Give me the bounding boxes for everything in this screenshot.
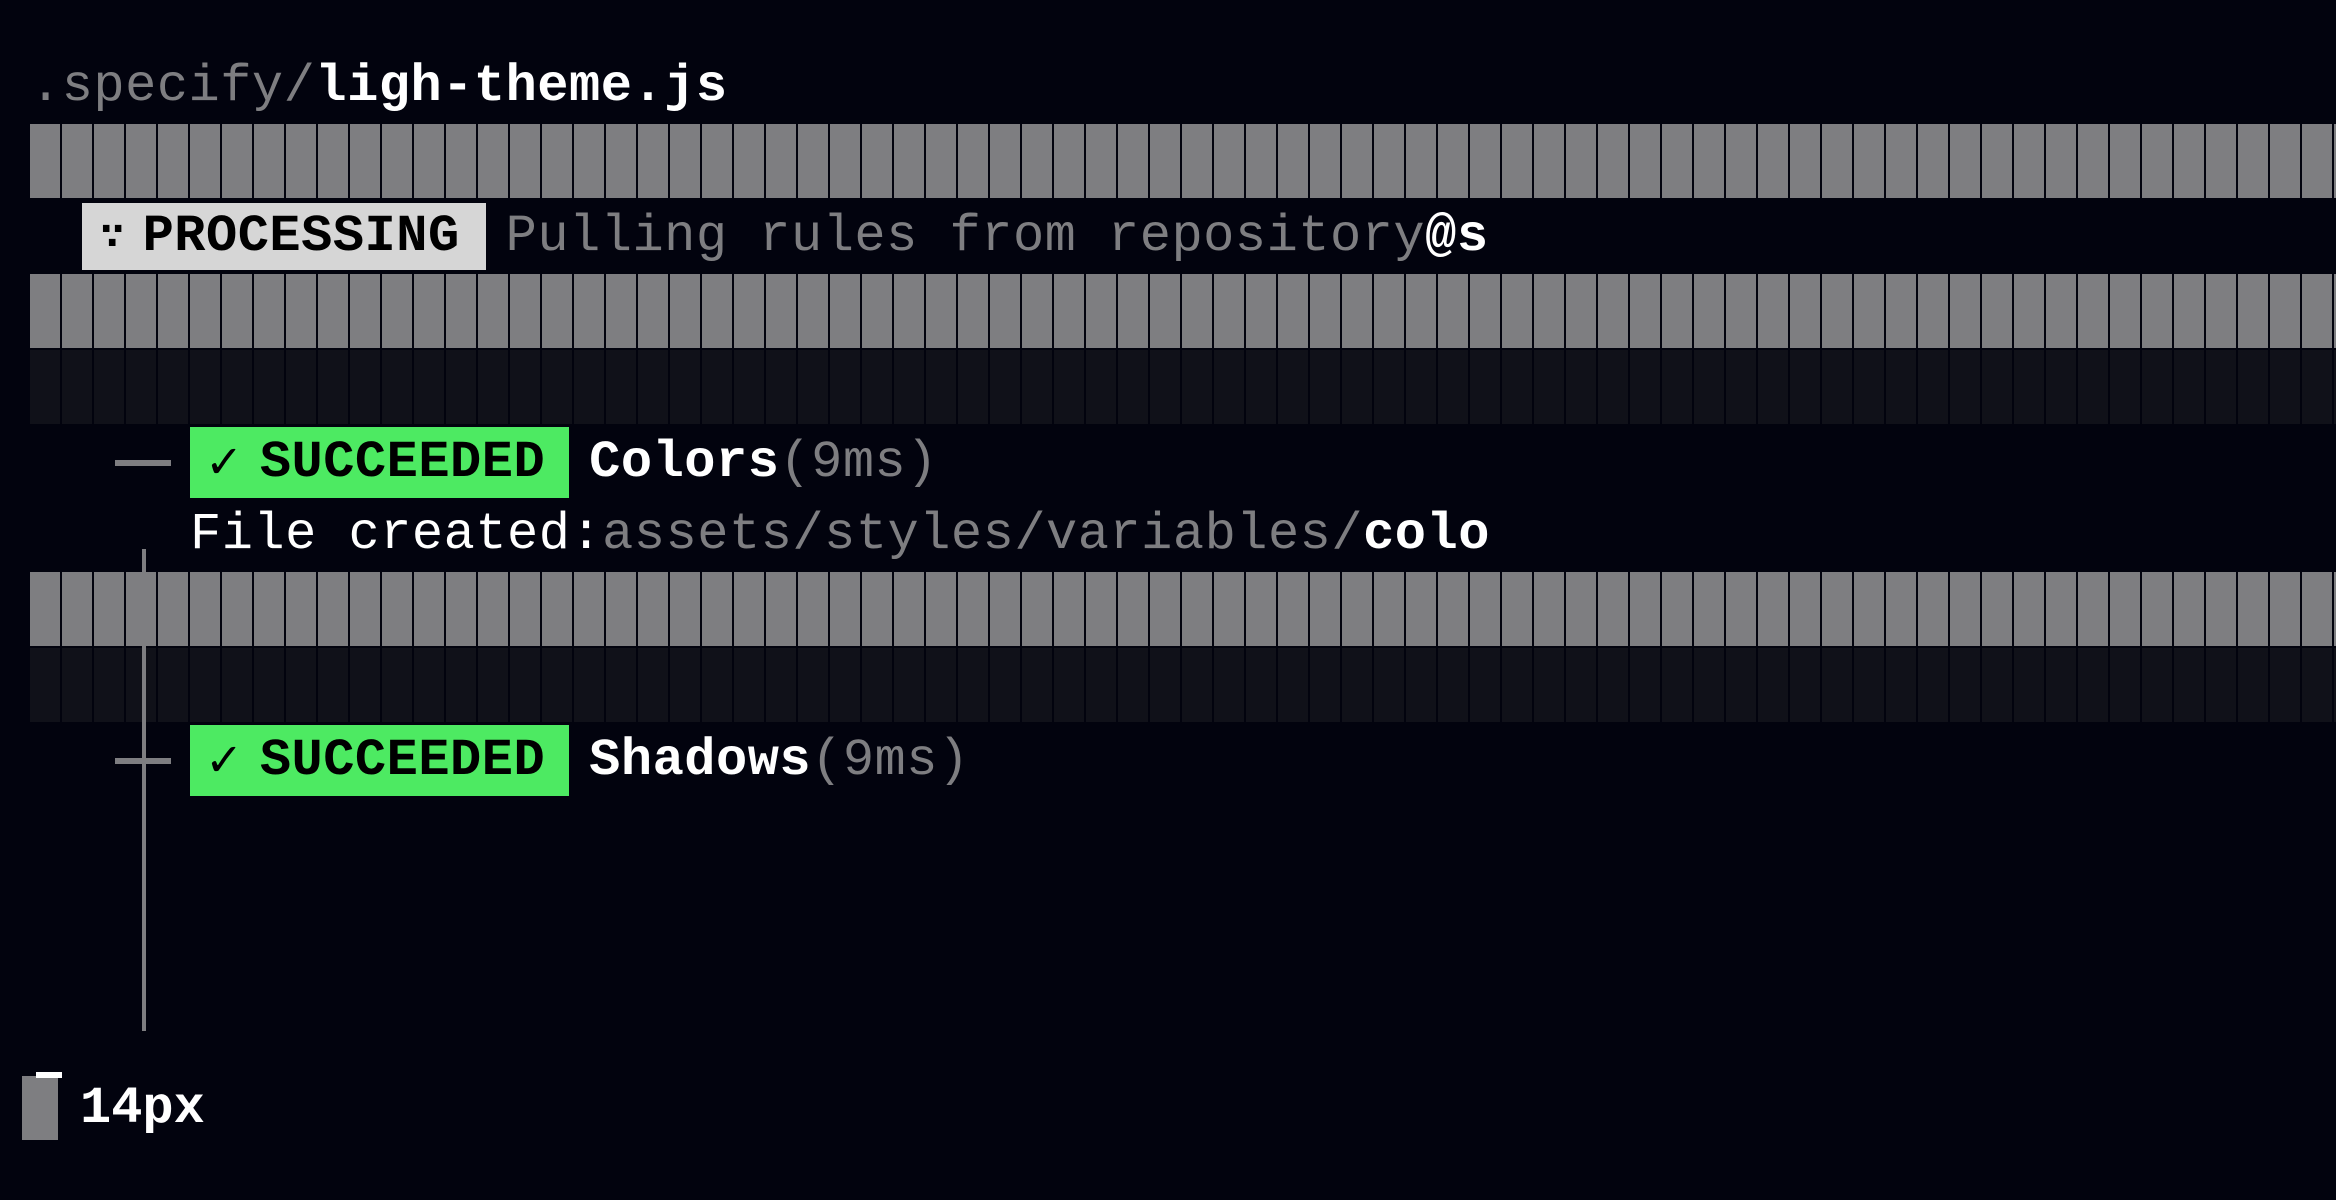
succeeded-badge-label: SUCCEEDED xyxy=(260,433,545,492)
check-icon: ✓ xyxy=(208,729,240,792)
file-path-prefix: .specify/ xyxy=(30,57,315,116)
processing-dots-icon: ∵ xyxy=(100,212,125,261)
terminal-output: .specify/ligh-theme.js ∵ PROCESSING Pull… xyxy=(30,50,2336,796)
file-created-line: File created: assets/styles/variables/co… xyxy=(30,498,2336,570)
task-line: ✓ SUCCEEDED Colors(9ms) xyxy=(30,426,2336,498)
file-created-name: colo xyxy=(1363,505,1490,564)
task-line: ✓ SUCCEEDED Shadows(9ms) xyxy=(30,724,2336,796)
processing-badge: ∵ PROCESSING xyxy=(82,203,486,270)
task-name: Colors xyxy=(589,433,779,492)
divider-bar xyxy=(30,572,2336,646)
file-header-line: .specify/ligh-theme.js xyxy=(30,50,2336,122)
task-duration: (9ms) xyxy=(779,433,938,492)
cursor-icon xyxy=(22,1076,58,1140)
file-created-label: File created: xyxy=(190,505,602,564)
processing-message: Pulling rules from repository xyxy=(506,207,1425,266)
processing-line: ∵ PROCESSING Pulling rules from reposito… xyxy=(30,200,2336,272)
faint-grid-row xyxy=(30,648,2336,722)
font-size-label: 14px xyxy=(80,1079,205,1138)
tree-branch xyxy=(30,426,190,498)
succeeded-badge: ✓ SUCCEEDED xyxy=(190,725,569,796)
status-bar: 14px xyxy=(22,1076,205,1140)
divider-bar xyxy=(30,124,2336,198)
processing-badge-label: PROCESSING xyxy=(143,207,460,266)
succeeded-badge-label: SUCCEEDED xyxy=(260,731,545,790)
tree-indent xyxy=(30,498,190,570)
file-created-path: assets/styles/variables/ xyxy=(602,505,1363,564)
faint-grid-row xyxy=(30,350,2336,424)
tree-branch xyxy=(30,724,190,796)
check-icon: ✓ xyxy=(208,431,240,494)
succeeded-badge: ✓ SUCCEEDED xyxy=(190,427,569,498)
divider-bar xyxy=(30,274,2336,348)
processing-repo: @s xyxy=(1425,207,1488,266)
task-duration: (9ms) xyxy=(811,731,970,790)
file-name: ligh-theme.js xyxy=(315,57,727,116)
task-name: Shadows xyxy=(589,731,811,790)
